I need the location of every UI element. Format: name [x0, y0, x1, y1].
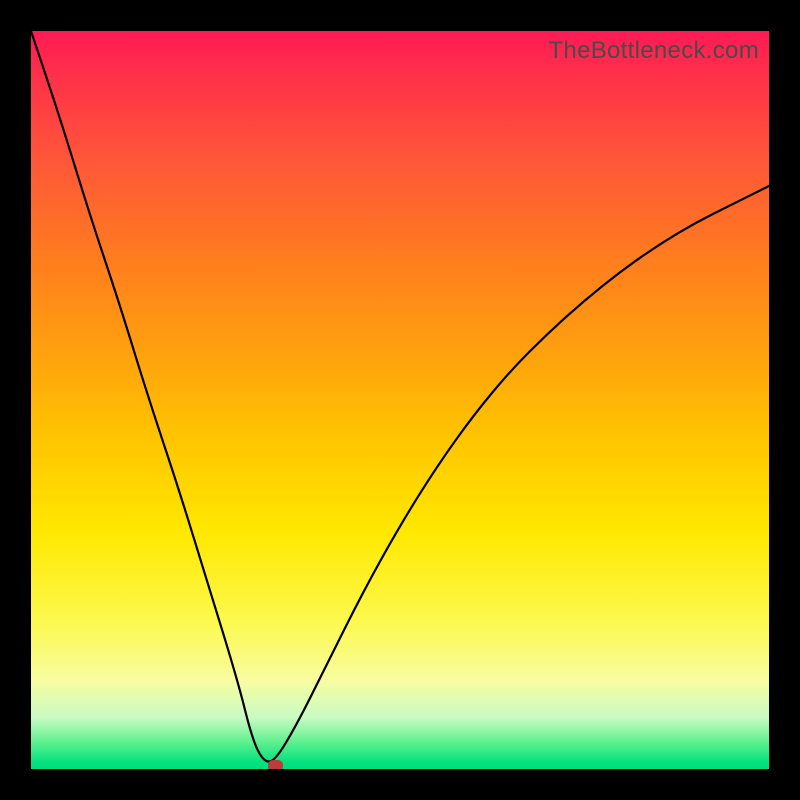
- chart-plot-area: TheBottleneck.com: [31, 31, 769, 769]
- chart-svg: [31, 31, 769, 769]
- optimal-marker: [268, 760, 283, 769]
- chart-frame: TheBottleneck.com: [0, 0, 800, 800]
- bottleneck-curve: [31, 31, 769, 762]
